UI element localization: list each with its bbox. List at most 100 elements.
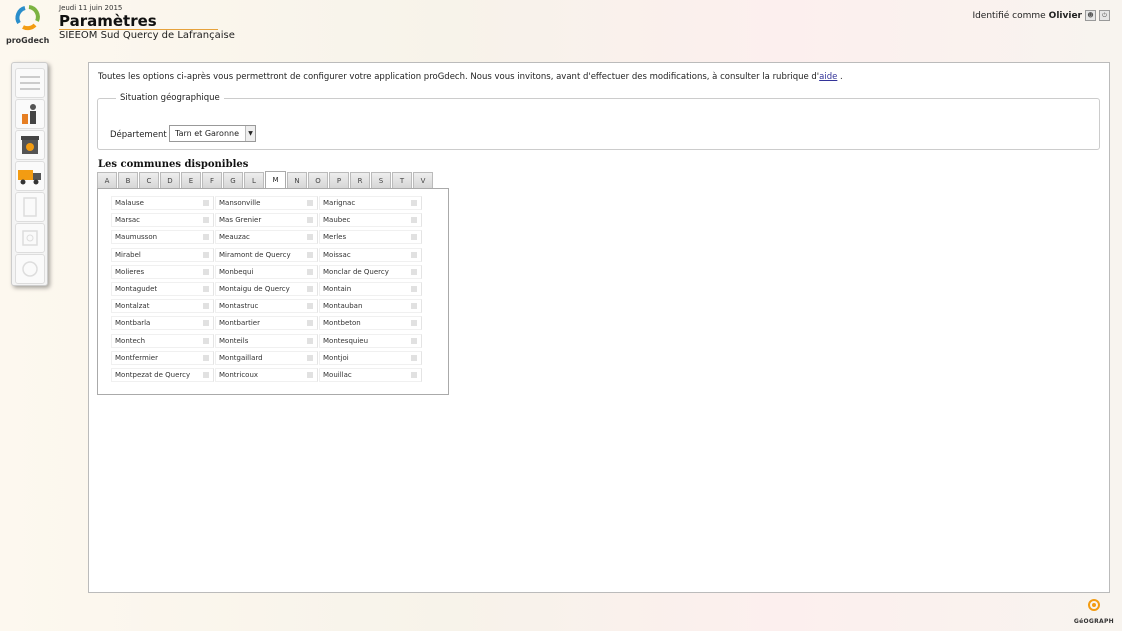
commune-label: Montricoux: [219, 370, 259, 379]
drag-handle-icon[interactable]: [307, 371, 313, 378]
commune-label: Moissac: [323, 250, 351, 259]
sidebar-item-bin[interactable]: [15, 130, 45, 160]
sidebar-item-menu[interactable]: [15, 68, 45, 98]
commune-item[interactable]: Mansonville: [215, 196, 318, 210]
drag-handle-icon[interactable]: [411, 303, 417, 310]
commune-item[interactable]: Montbartier: [215, 316, 318, 331]
commune-item[interactable]: Meauzac: [215, 230, 318, 245]
tab-o[interactable]: O: [308, 172, 328, 188]
commune-item[interactable]: Montfermier: [111, 350, 214, 365]
commune-item[interactable]: Montain: [319, 281, 422, 296]
commune-item[interactable]: Montgaillard: [215, 350, 318, 365]
drag-handle-icon[interactable]: [411, 251, 417, 258]
drag-handle-icon[interactable]: [411, 320, 417, 327]
commune-item[interactable]: Monclar de Quercy: [319, 264, 422, 279]
commune-item[interactable]: Montesquieu: [319, 333, 422, 348]
commune-item[interactable]: Montjoi: [319, 350, 422, 365]
drag-handle-icon[interactable]: [411, 285, 417, 292]
commune-label: Miramont de Quercy: [219, 250, 291, 259]
commune-item[interactable]: Montagudet: [111, 281, 214, 296]
department-select[interactable]: Tarn et Garonne ▼: [169, 125, 256, 142]
drag-handle-icon[interactable]: [203, 234, 209, 241]
drag-handle-icon[interactable]: [203, 371, 209, 378]
commune-item[interactable]: Moissac: [319, 247, 422, 262]
commune-item[interactable]: Montaigu de Quercy: [215, 281, 318, 296]
drag-handle-icon[interactable]: [203, 200, 209, 206]
tab-c[interactable]: C: [139, 172, 159, 188]
commune-item[interactable]: Mirabel: [111, 247, 214, 262]
tab-r[interactable]: R: [350, 172, 370, 188]
sidebar-item-document[interactable]: [15, 192, 45, 222]
commune-item[interactable]: Marsac: [111, 213, 214, 228]
commune-item[interactable]: Malause: [111, 196, 214, 210]
commune-item[interactable]: Montastruc: [215, 299, 318, 314]
operator-icon: [22, 104, 36, 124]
sidebar-item-power[interactable]: [15, 254, 45, 284]
drag-handle-icon[interactable]: [307, 234, 313, 241]
drag-handle-icon[interactable]: [203, 320, 209, 327]
commune-item[interactable]: Maubec: [319, 213, 422, 228]
drag-handle-icon[interactable]: [411, 337, 417, 344]
sidebar-item-operator[interactable]: [15, 99, 45, 129]
commune-item[interactable]: Molieres: [111, 264, 214, 279]
tab-p[interactable]: P: [329, 172, 349, 188]
commune-label: Merles: [323, 233, 347, 242]
drag-handle-icon[interactable]: [203, 285, 209, 292]
tab-b[interactable]: B: [118, 172, 138, 188]
profile-icon[interactable]: ☻: [1085, 10, 1096, 21]
tab-s[interactable]: S: [371, 172, 391, 188]
drag-handle-icon[interactable]: [411, 354, 417, 361]
commune-item[interactable]: Maumusson: [111, 230, 214, 245]
drag-handle-icon[interactable]: [307, 354, 313, 361]
commune-item[interactable]: Montbarla: [111, 316, 214, 331]
tab-g[interactable]: G: [223, 172, 243, 188]
commune-item[interactable]: Mouillac: [319, 367, 422, 382]
drag-handle-icon[interactable]: [203, 251, 209, 258]
commune-item[interactable]: Miramont de Quercy: [215, 247, 318, 262]
drag-handle-icon[interactable]: [307, 337, 313, 344]
drag-handle-icon[interactable]: [203, 354, 209, 361]
sidebar-item-truck[interactable]: [15, 161, 45, 191]
commune-item[interactable]: Montricoux: [215, 367, 318, 382]
commune-item[interactable]: Montpezat de Quercy: [111, 367, 214, 382]
tab-a[interactable]: A: [97, 172, 117, 188]
commune-item[interactable]: Montech: [111, 333, 214, 348]
commune-item[interactable]: Montalzat: [111, 299, 214, 314]
drag-handle-icon[interactable]: [411, 200, 417, 206]
commune-item[interactable]: Monteils: [215, 333, 318, 348]
tab-v[interactable]: V: [413, 172, 433, 188]
commune-item[interactable]: Merles: [319, 230, 422, 245]
drag-handle-icon[interactable]: [203, 268, 209, 275]
drag-handle-icon[interactable]: [307, 251, 313, 258]
drag-handle-icon[interactable]: [411, 217, 417, 224]
commune-item[interactable]: Monbequi: [215, 264, 318, 279]
commune-item[interactable]: Marignac: [319, 196, 422, 210]
drag-handle-icon[interactable]: [307, 217, 313, 224]
logout-icon[interactable]: ⏻: [1099, 10, 1110, 21]
tab-f[interactable]: F: [202, 172, 222, 188]
tab-n[interactable]: N: [287, 172, 307, 188]
commune-label: Maubec: [323, 216, 351, 225]
drag-handle-icon[interactable]: [307, 268, 313, 275]
commune-label: Marsac: [115, 216, 140, 225]
drag-handle-icon[interactable]: [203, 217, 209, 224]
sidebar-item-settings[interactable]: [15, 223, 45, 253]
drag-handle-icon[interactable]: [411, 371, 417, 378]
drag-handle-icon[interactable]: [307, 200, 313, 206]
drag-handle-icon[interactable]: [203, 303, 209, 310]
drag-handle-icon[interactable]: [411, 268, 417, 275]
commune-item[interactable]: Mas Grenier: [215, 213, 318, 228]
help-link[interactable]: aide: [819, 72, 837, 82]
commune-item[interactable]: Montbeton: [319, 316, 422, 331]
tab-e[interactable]: E: [181, 172, 201, 188]
drag-handle-icon[interactable]: [307, 285, 313, 292]
tab-d[interactable]: D: [160, 172, 180, 188]
tab-t[interactable]: T: [392, 172, 412, 188]
drag-handle-icon[interactable]: [411, 234, 417, 241]
commune-item[interactable]: Montauban: [319, 299, 422, 314]
tab-l[interactable]: L: [244, 172, 264, 188]
drag-handle-icon[interactable]: [203, 337, 209, 344]
tab-m[interactable]: M: [265, 171, 286, 188]
drag-handle-icon[interactable]: [307, 303, 313, 310]
drag-handle-icon[interactable]: [307, 320, 313, 327]
